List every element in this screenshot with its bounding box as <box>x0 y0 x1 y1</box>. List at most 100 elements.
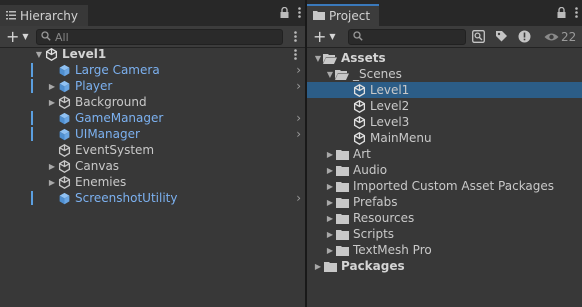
hierarchy-item[interactable]: ▶ Enemies <box>0 174 305 190</box>
chevron-right-icon[interactable]: › <box>296 191 301 205</box>
unity-scene-icon <box>44 47 58 61</box>
assets-folder-row[interactable]: ▼ Assets <box>307 50 582 66</box>
hierarchy-tab[interactable]: Hierarchy <box>0 5 88 26</box>
asset-folder-row[interactable]: ▶ Audio <box>307 162 582 178</box>
chevron-right-icon[interactable]: › <box>296 63 301 77</box>
folder-label: Audio <box>353 163 388 177</box>
caret-expanded-icon[interactable]: ▼ <box>34 49 44 59</box>
caret-collapsed-icon[interactable]: ▶ <box>47 81 57 91</box>
project-tabbar: Project <box>307 0 582 26</box>
hierarchy-item[interactable]: ▶ScreenshotUtility› <box>0 190 305 206</box>
add-label: + <box>6 26 20 46</box>
scene-asset-row[interactable]: Level2 <box>307 98 582 114</box>
lock-icon[interactable] <box>557 6 566 21</box>
scenes-folder-row[interactable]: ▼ _Scenes <box>307 66 582 82</box>
gameobject-icon <box>57 95 71 109</box>
prefab-indicator <box>31 63 33 77</box>
folder-label: Resources <box>353 211 415 225</box>
hierarchy-item[interactable]: ▶ Background <box>0 94 305 110</box>
more-options-icon[interactable] <box>298 7 301 21</box>
prefab-icon <box>57 111 71 125</box>
caret-collapsed-icon[interactable]: ▶ <box>325 245 335 255</box>
prefab-indicator <box>31 191 33 205</box>
hierarchy-item-label: Player <box>75 79 113 93</box>
project-search-field[interactable] <box>348 29 466 45</box>
list-icon <box>6 9 16 23</box>
scene-asset-row[interactable]: MainMenu <box>307 130 582 146</box>
chevron-right-icon[interactable]: › <box>296 79 301 93</box>
warning-filter-icon[interactable] <box>518 30 531 46</box>
folder-label: Art <box>353 147 371 161</box>
add-dropdown-button[interactable]: + ▼ <box>307 27 342 47</box>
caret-collapsed-icon[interactable]: ▶ <box>325 229 335 239</box>
hierarchy-item-label: GameManager <box>75 111 164 125</box>
folder-icon <box>335 179 349 193</box>
prefab-indicator <box>31 127 33 141</box>
folder-open-icon <box>323 51 337 65</box>
hierarchy-search-field[interactable]: All <box>36 29 283 45</box>
search-by-type-icon[interactable] <box>472 30 485 46</box>
hierarchy-item[interactable]: ▶GameManager› <box>0 110 305 126</box>
more-options-icon[interactable] <box>294 49 297 63</box>
caret-collapsed-icon[interactable]: ▶ <box>325 197 335 207</box>
search-by-label-icon[interactable] <box>495 30 508 46</box>
folder-label: Scripts <box>353 227 395 241</box>
scenes-label: _Scenes <box>353 67 402 81</box>
lock-icon[interactable] <box>280 6 289 21</box>
prefab-icon <box>57 79 71 93</box>
hierarchy-tab-label: Hierarchy <box>20 8 79 23</box>
folder-icon <box>335 163 349 177</box>
hierarchy-item[interactable]: ▶ Canvas <box>0 158 305 174</box>
gameobject-icon <box>57 175 71 189</box>
hierarchy-item-label: EventSystem <box>75 143 155 157</box>
caret-collapsed-icon[interactable]: ▶ <box>47 97 57 107</box>
scene-asset-row[interactable]: Level3 <box>307 114 582 130</box>
hierarchy-item[interactable]: ▶EventSystem <box>0 142 305 158</box>
caret-collapsed-icon[interactable]: ▶ <box>47 177 57 187</box>
caret-collapsed-icon[interactable]: ▶ <box>325 181 335 191</box>
prefab-icon <box>57 127 71 141</box>
hidden-packages-count: 22 <box>561 30 577 44</box>
asset-folder-row[interactable]: ▶ Scripts <box>307 226 582 242</box>
caret-collapsed-icon[interactable]: ▶ <box>47 161 57 171</box>
folder-icon <box>335 227 349 241</box>
caret-collapsed-icon[interactable]: ▶ <box>325 213 335 223</box>
caret-expanded-icon[interactable]: ▼ <box>313 53 323 63</box>
search-icon <box>41 30 51 44</box>
caret-collapsed-icon[interactable]: ▶ <box>325 149 335 159</box>
chevron-right-icon[interactable]: › <box>296 111 301 125</box>
eye-icon[interactable] <box>544 31 559 45</box>
project-panel: Project + ▼ 22 ▼ Assets ▼ _Scenes Level1… <box>307 0 582 307</box>
folder-icon <box>335 243 349 257</box>
asset-folder-row[interactable]: ▶ TextMesh Pro <box>307 242 582 258</box>
more-options-icon[interactable] <box>294 31 297 45</box>
scene-name: Level1 <box>62 47 107 61</box>
folder-label: Prefabs <box>353 195 398 209</box>
hierarchy-item[interactable]: ▶ Player › <box>0 78 305 94</box>
project-toolbar: + ▼ 22 <box>307 26 582 48</box>
hierarchy-toolbar: + ▼ All <box>0 26 305 48</box>
caret-collapsed-icon[interactable]: ▶ <box>313 261 323 271</box>
caret-collapsed-icon[interactable]: ▶ <box>325 165 335 175</box>
project-tree: ▼ Assets ▼ _Scenes Level1 Level2 Level3 Mai… <box>307 48 582 307</box>
caret-expanded-icon[interactable]: ▼ <box>325 69 335 79</box>
scene-asset-label: Level3 <box>370 115 410 129</box>
unity-scene-icon <box>352 115 366 129</box>
hierarchy-item[interactable]: ▶Large Camera› <box>0 62 305 78</box>
asset-folder-row[interactable]: ▶ Imported Custom Asset Packages <box>307 178 582 194</box>
asset-folder-row[interactable]: ▶ Art <box>307 146 582 162</box>
prefab-indicator <box>31 111 33 125</box>
scene-asset-label: Level1 <box>370 83 410 97</box>
hierarchy-item-label: Canvas <box>75 159 120 173</box>
asset-folder-row[interactable]: ▶ Prefabs <box>307 194 582 210</box>
add-dropdown-button[interactable]: + ▼ <box>0 27 35 47</box>
project-tab[interactable]: Project <box>307 4 379 26</box>
hierarchy-item[interactable]: ▶UIManager› <box>0 126 305 142</box>
gameobject-icon <box>57 143 71 157</box>
scene-row[interactable]: ▼ Level1 <box>0 46 305 62</box>
packages-folder-row[interactable]: ▶ Packages <box>307 258 582 274</box>
asset-folder-row[interactable]: ▶ Resources <box>307 210 582 226</box>
chevron-right-icon[interactable]: › <box>296 127 301 141</box>
more-options-icon[interactable] <box>575 7 578 21</box>
scene-asset-row[interactable]: Level1 <box>307 82 582 98</box>
